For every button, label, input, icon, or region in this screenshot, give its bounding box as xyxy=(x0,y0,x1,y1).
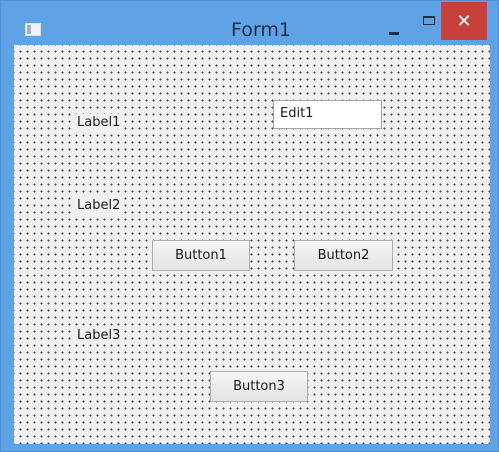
button2[interactable]: Button2 xyxy=(294,240,393,271)
edit1-field[interactable]: Edit1 xyxy=(273,100,382,129)
label2[interactable]: Label2 xyxy=(75,197,123,214)
button3[interactable]: Button3 xyxy=(210,371,308,402)
label3[interactable]: Label3 xyxy=(75,327,123,344)
window-title: Form1 xyxy=(231,19,291,41)
close-button[interactable]: ✕ xyxy=(441,2,487,40)
button1[interactable]: Button1 xyxy=(152,240,250,271)
title-bar[interactable]: Form1 ✕ xyxy=(1,1,498,45)
app-icon[interactable] xyxy=(25,23,41,36)
close-icon: ✕ xyxy=(456,11,472,32)
label1[interactable]: Label1 xyxy=(75,114,123,131)
form-window: Form1 ✕ Label1 Edit1 Label2 Button1 Butt… xyxy=(0,0,499,452)
